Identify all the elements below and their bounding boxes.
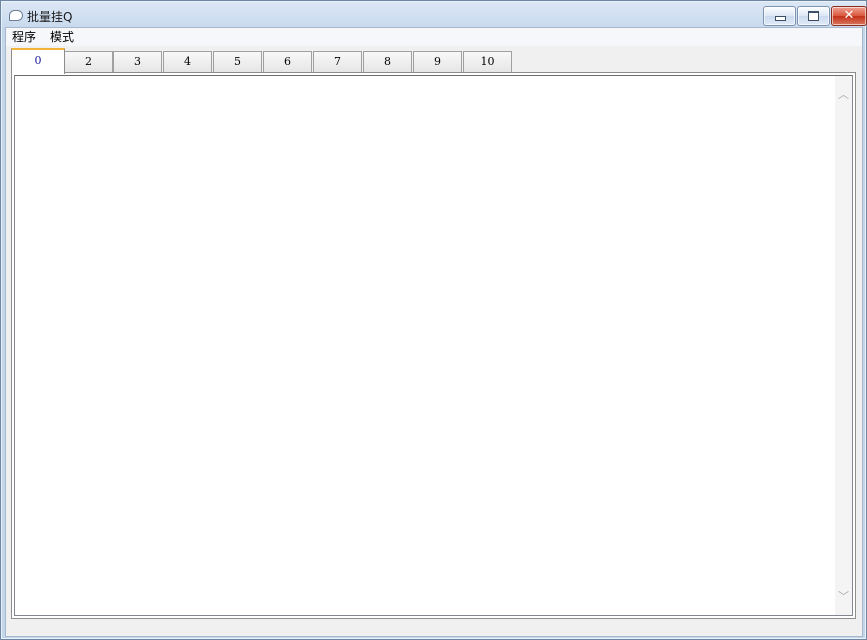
minimize-button[interactable] — [763, 6, 796, 26]
vertical-scrollbar[interactable]: ︿ ﹀ — [835, 76, 852, 615]
tab-9[interactable]: 9 — [413, 51, 462, 72]
maximize-icon — [808, 11, 819, 21]
tab-3[interactable]: 3 — [113, 51, 162, 72]
tab-8[interactable]: 8 — [363, 51, 412, 72]
client-area: 程序 模式 0 2 3 4 5 6 7 8 9 10 ︿ ﹀ — [5, 27, 863, 637]
window-title: 批量挂Q — [27, 10, 73, 24]
tab-strip: 0 2 3 4 5 6 7 8 9 10 — [6, 48, 862, 74]
tab-6[interactable]: 6 — [263, 51, 312, 72]
tab-2[interactable]: 2 — [64, 51, 113, 72]
tab-5[interactable]: 5 — [213, 51, 262, 72]
menu-program[interactable]: 程序 — [10, 29, 38, 45]
title-bar[interactable]: 批量挂Q ✕ — [1, 1, 867, 29]
tab-7[interactable]: 7 — [313, 51, 362, 72]
close-icon: ✕ — [843, 8, 855, 23]
log-textarea[interactable]: ︿ ﹀ — [14, 75, 853, 616]
tab-10[interactable]: 10 — [463, 51, 512, 72]
tab-4[interactable]: 4 — [163, 51, 212, 72]
tab-panel: ︿ ﹀ — [11, 72, 856, 619]
minimize-icon — [775, 16, 786, 21]
scroll-up-icon[interactable]: ︿ — [838, 89, 849, 100]
scroll-down-icon[interactable]: ﹀ — [838, 591, 849, 602]
menu-mode[interactable]: 模式 — [48, 29, 76, 45]
menu-bar: 程序 模式 — [6, 28, 862, 46]
app-window: 批量挂Q ✕ 程序 模式 0 2 3 4 5 6 7 8 9 10 ︿ ﹀ — [0, 0, 867, 640]
tab-0[interactable]: 0 — [11, 48, 65, 74]
close-button[interactable]: ✕ — [831, 6, 867, 26]
chat-bubble-icon — [9, 10, 23, 21]
maximize-button[interactable] — [797, 6, 830, 26]
